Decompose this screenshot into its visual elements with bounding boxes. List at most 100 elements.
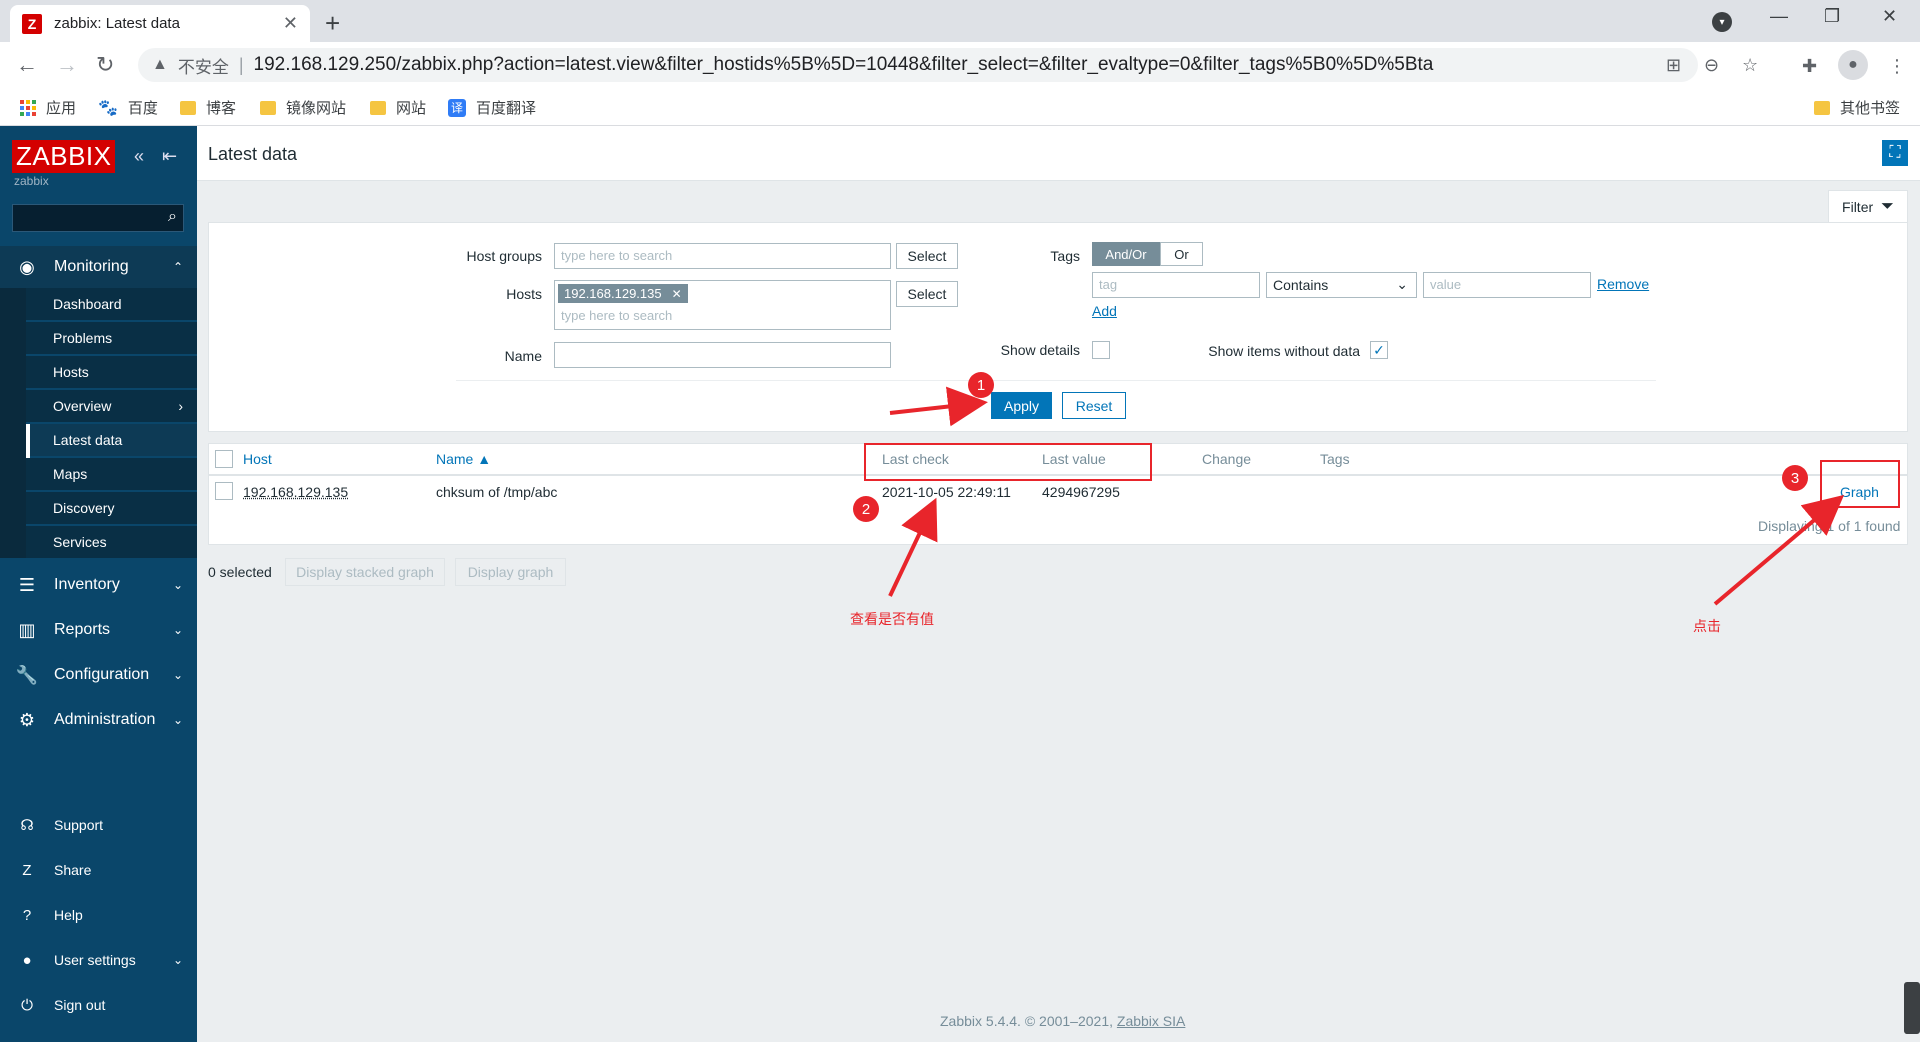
eye-icon: ◉ bbox=[19, 256, 35, 277]
menu-label: Configuration bbox=[54, 666, 150, 683]
browser-tab[interactable]: Z zabbix: Latest data ✕ bbox=[10, 5, 310, 42]
menu-configuration[interactable]: 🔧 Configuration ⌄ bbox=[0, 654, 197, 696]
translate-icon[interactable]: ⊞ bbox=[1666, 55, 1681, 76]
bookmark-baidu[interactable]: 🐾 百度 bbox=[98, 97, 158, 118]
hosts-select-button[interactable]: Select bbox=[896, 281, 958, 307]
tab-search-icon[interactable]: ▾ bbox=[1712, 12, 1732, 32]
restore-icon[interactable]: ❐ bbox=[1824, 6, 1840, 27]
submenu-services[interactable]: Services bbox=[26, 526, 197, 559]
zabbix-logo[interactable]: ZABBIX bbox=[12, 140, 116, 173]
selected-count: 0 selected bbox=[208, 564, 272, 580]
remove-chip-icon[interactable]: ✕ bbox=[672, 287, 682, 301]
display-stacked-graph-button[interactable]: Display stacked graph bbox=[285, 558, 445, 586]
hide-sidebar-icon[interactable]: ⇤ bbox=[162, 146, 177, 167]
back-icon[interactable]: ← bbox=[16, 52, 38, 78]
bookmark-star-icon[interactable]: ☆ bbox=[1742, 55, 1758, 76]
host-groups-select-button[interactable]: Select bbox=[896, 243, 958, 269]
submenu-discovery[interactable]: Discovery bbox=[26, 492, 197, 525]
host-chip[interactable]: 192.168.129.135 ✕ bbox=[558, 284, 688, 303]
submenu-problems[interactable]: Problems bbox=[26, 322, 197, 355]
url-text[interactable]: 192.168.129.250/zabbix.php?action=latest… bbox=[254, 54, 1434, 76]
hosts-label: Hosts bbox=[506, 286, 542, 302]
host-groups-input[interactable]: type here to search bbox=[554, 243, 891, 269]
show-details-checkbox[interactable] bbox=[1092, 341, 1110, 359]
power-icon: ⏻ bbox=[21, 996, 33, 1014]
search-icon[interactable]: ⌕ bbox=[168, 208, 177, 226]
share-icon: Z bbox=[22, 861, 32, 879]
minimize-icon[interactable]: — bbox=[1770, 6, 1788, 27]
select-all-checkbox[interactable] bbox=[215, 450, 233, 468]
name-label: Name bbox=[504, 348, 542, 364]
hosts-search-input[interactable]: type here to search bbox=[561, 308, 672, 323]
tag-value-input[interactable]: value bbox=[1423, 272, 1591, 298]
tags-and-or-toggle[interactable]: And/Or bbox=[1092, 242, 1160, 266]
submenu-label: Problems bbox=[53, 330, 113, 346]
bookmark-apps[interactable]: 应用 bbox=[20, 97, 76, 118]
name-input[interactable] bbox=[554, 342, 891, 368]
bookmark-mirror[interactable]: 镜像网站 bbox=[260, 97, 346, 118]
menu-administration[interactable]: ⚙ Administration ⌄ bbox=[0, 699, 197, 741]
zoom-icon[interactable]: ⊖ bbox=[1704, 55, 1719, 76]
header-name[interactable]: Name ▲ bbox=[436, 451, 491, 467]
menu-support[interactable]: ☊ Support bbox=[0, 804, 197, 846]
remove-tag-link[interactable]: Remove bbox=[1597, 276, 1649, 292]
submenu-overview[interactable]: Overview › bbox=[26, 390, 197, 423]
row-host[interactable]: 192.168.129.135 bbox=[243, 484, 348, 500]
kiosk-mode-icon[interactable]: ⛶ bbox=[1882, 140, 1908, 166]
collapse-sidebar-icon[interactable]: « bbox=[134, 146, 144, 167]
menu-user-settings[interactable]: ● User settings ⌄ bbox=[0, 939, 197, 981]
forward-icon[interactable]: → bbox=[56, 52, 78, 78]
address-bar[interactable]: ▲ 不安全 | 192.168.129.250/zabbix.php?actio… bbox=[138, 48, 1758, 82]
submenu-latest-data[interactable]: Latest data bbox=[26, 424, 197, 457]
zabbix-sia-link[interactable]: Zabbix SIA bbox=[1117, 1013, 1185, 1029]
bookmark-fanyi[interactable]: 译 百度翻译 bbox=[448, 97, 536, 118]
annotation-box-graph bbox=[1820, 460, 1900, 508]
menu-reports[interactable]: ▥ Reports ⌄ bbox=[0, 609, 197, 651]
show-without-data-checkbox[interactable]: ✓ bbox=[1370, 341, 1388, 359]
insecure-label[interactable]: 不安全 bbox=[178, 53, 229, 78]
add-tag-link[interactable]: Add bbox=[1092, 303, 1117, 319]
tag-operator-select[interactable]: Contains ⌄ bbox=[1266, 272, 1417, 298]
menu-inventory[interactable]: ☰ Inventory ⌄ bbox=[0, 564, 197, 606]
footer: Zabbix 5.4.4. © 2001–2021, Zabbix SIA bbox=[940, 1013, 1185, 1029]
server-name: zabbix bbox=[14, 174, 49, 188]
omnibox-separator: | bbox=[238, 54, 244, 75]
scrollbar-thumb[interactable] bbox=[1904, 982, 1920, 1034]
header-host[interactable]: Host bbox=[243, 451, 272, 467]
window-close-icon[interactable]: ✕ bbox=[1882, 6, 1897, 27]
menu-sign-out[interactable]: ⏻ Sign out bbox=[0, 984, 197, 1026]
submenu-label: Latest data bbox=[53, 432, 123, 448]
tag-name-input[interactable]: tag bbox=[1092, 272, 1260, 298]
warning-icon[interactable]: ▲ bbox=[152, 56, 168, 74]
menu-kebab-icon[interactable]: ⋮ bbox=[1888, 56, 1906, 77]
show-details-label: Show details bbox=[1000, 342, 1080, 358]
chevron-down-icon: ⌄ bbox=[172, 578, 183, 592]
submenu-label: Services bbox=[53, 534, 107, 550]
tags-or-toggle[interactable]: Or bbox=[1160, 242, 1203, 266]
extensions-icon[interactable]: ✚ bbox=[1802, 56, 1817, 77]
filter-tab-label: Filter bbox=[1842, 198, 1874, 215]
submenu-maps[interactable]: Maps bbox=[26, 458, 197, 491]
submenu-hosts[interactable]: Hosts bbox=[26, 356, 197, 389]
filter-tab[interactable]: Filter ⏷ bbox=[1828, 190, 1908, 222]
bookmark-blog[interactable]: 博客 bbox=[180, 97, 236, 118]
annotation-box-last-check bbox=[864, 443, 1152, 481]
bookmark-sites[interactable]: 网站 bbox=[370, 97, 426, 118]
menu-label: User settings bbox=[54, 952, 136, 968]
tab-close-icon[interactable]: ✕ bbox=[283, 13, 298, 34]
row-checkbox[interactable] bbox=[215, 482, 233, 500]
reset-button[interactable]: Reset bbox=[1062, 392, 1126, 419]
sidebar-search-input[interactable]: ⌕ bbox=[12, 204, 184, 232]
menu-share[interactable]: Z Share bbox=[0, 849, 197, 891]
profile-avatar-icon[interactable]: ● bbox=[1838, 50, 1868, 80]
apply-button[interactable]: Apply bbox=[991, 392, 1052, 419]
display-graph-button[interactable]: Display graph bbox=[455, 558, 566, 586]
reload-icon[interactable]: ↻ bbox=[96, 52, 114, 78]
row-last-check: 2021-10-05 22:49:11 bbox=[882, 484, 1011, 500]
menu-monitoring[interactable]: ◉ Monitoring ⌃ bbox=[0, 246, 197, 288]
menu-help[interactable]: ? Help bbox=[0, 894, 197, 936]
submenu-dashboard[interactable]: Dashboard bbox=[26, 288, 197, 321]
bookmark-label: 百度翻译 bbox=[476, 100, 537, 117]
new-tab-icon[interactable]: + bbox=[325, 8, 340, 39]
bookmark-other[interactable]: 其他书签 bbox=[1814, 97, 1900, 118]
